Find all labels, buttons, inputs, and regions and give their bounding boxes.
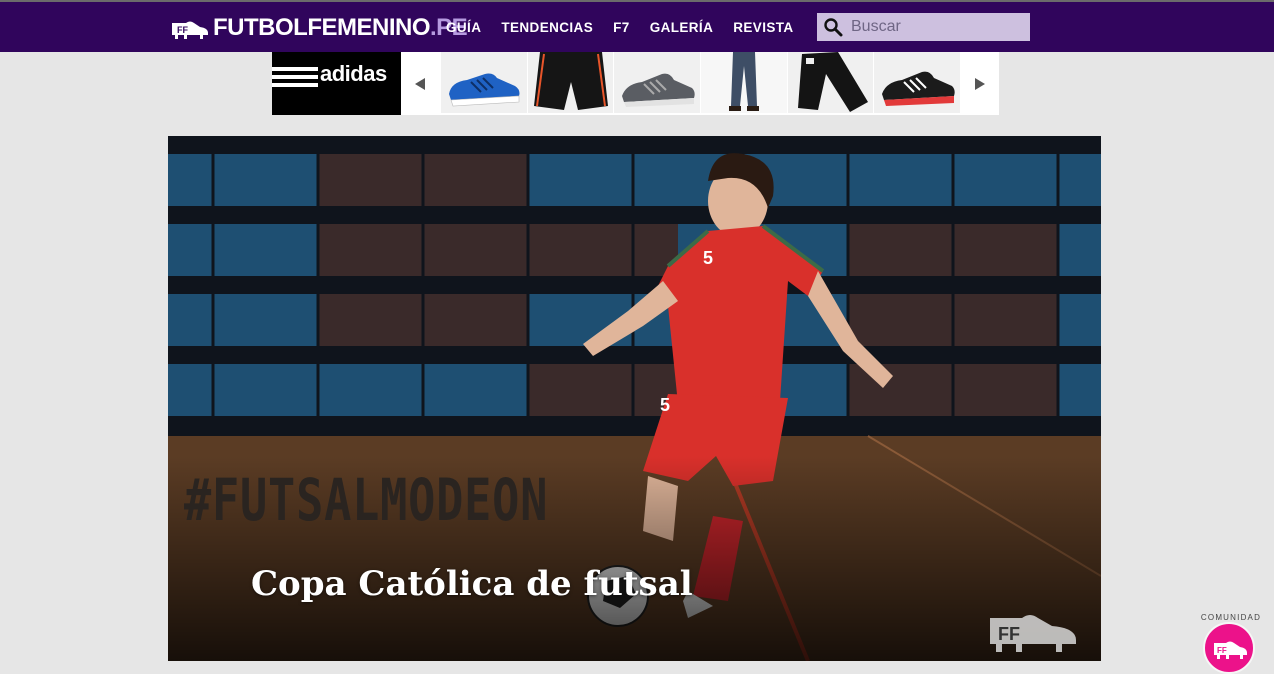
product-carousel: adidas: [272, 52, 999, 115]
product-grey-running-shoe[interactable]: [614, 52, 701, 113]
svg-text:5: 5: [703, 248, 713, 268]
product-red-running-shoe[interactable]: [874, 52, 961, 113]
carousel-next-button[interactable]: [961, 52, 999, 115]
football-boot-icon: FF: [1214, 641, 1247, 659]
red-shoe-image: [874, 52, 961, 113]
search-icon[interactable]: [823, 17, 843, 37]
svg-text:FF: FF: [1217, 646, 1227, 655]
search-input[interactable]: [849, 17, 1023, 37]
nav-item-tendencias[interactable]: TENDENCIAS: [501, 20, 593, 35]
track-pants-image: [787, 52, 874, 113]
product-black-track-pants[interactable]: [787, 52, 874, 113]
nav-item-revista[interactable]: REVISTA: [733, 20, 793, 35]
logo-name: FUTBOLFEMENINO: [213, 14, 430, 41]
svg-text:FF: FF: [998, 624, 1020, 644]
jeans-image: [701, 52, 787, 113]
brand-stripes-icon: [272, 67, 318, 87]
black-shorts-image: [527, 52, 614, 113]
nav-item-f7[interactable]: F7: [613, 20, 630, 35]
product-blue-sneaker[interactable]: [441, 52, 527, 113]
brand-name: adidas: [320, 61, 387, 86]
hero-title[interactable]: Copa Católica de futsal: [251, 564, 693, 604]
hero-hashtag: #FUTSALMODEON: [184, 466, 549, 534]
carousel-prev-button[interactable]: [401, 52, 439, 115]
blue-sneaker-image: [441, 52, 527, 113]
arrow-left-icon: [415, 77, 425, 90]
nav-item-galeria[interactable]: GALERÍA: [650, 20, 714, 35]
nav-item-guia[interactable]: GUÍA: [446, 20, 481, 35]
product-black-shorts[interactable]: [527, 52, 614, 113]
football-boot-icon: FF: [172, 21, 208, 39]
brand-banner[interactable]: adidas: [272, 52, 401, 115]
grey-shoe-image: [614, 52, 701, 113]
arrow-right-icon: [975, 77, 985, 90]
community-button[interactable]: FF: [1203, 622, 1255, 674]
product-list: [441, 52, 961, 115]
top-navigation-bar: FF FUTBOLFEMENINO.PE GUÍA TENDENCIAS F7 …: [0, 0, 1274, 52]
featured-article-hero[interactable]: 5 5 #FUTSALMODEON Copa Católica de futsa…: [168, 136, 1101, 661]
svg-text:5: 5: [660, 395, 670, 415]
product-jeans[interactable]: [701, 52, 787, 113]
watermark-boot-icon: FF: [990, 615, 1076, 652]
search-box: [817, 13, 1030, 41]
site-logo-text: FUTBOLFEMENINO.PE: [213, 13, 468, 43]
svg-text:FF: FF: [177, 25, 188, 35]
site-logo[interactable]: FF FUTBOLFEMENINO.PE: [170, 13, 468, 43]
main-menu: GUÍA TENDENCIAS F7 GALERÍA REVISTA: [446, 2, 814, 52]
community-label: COMUNIDAD: [1200, 613, 1262, 622]
